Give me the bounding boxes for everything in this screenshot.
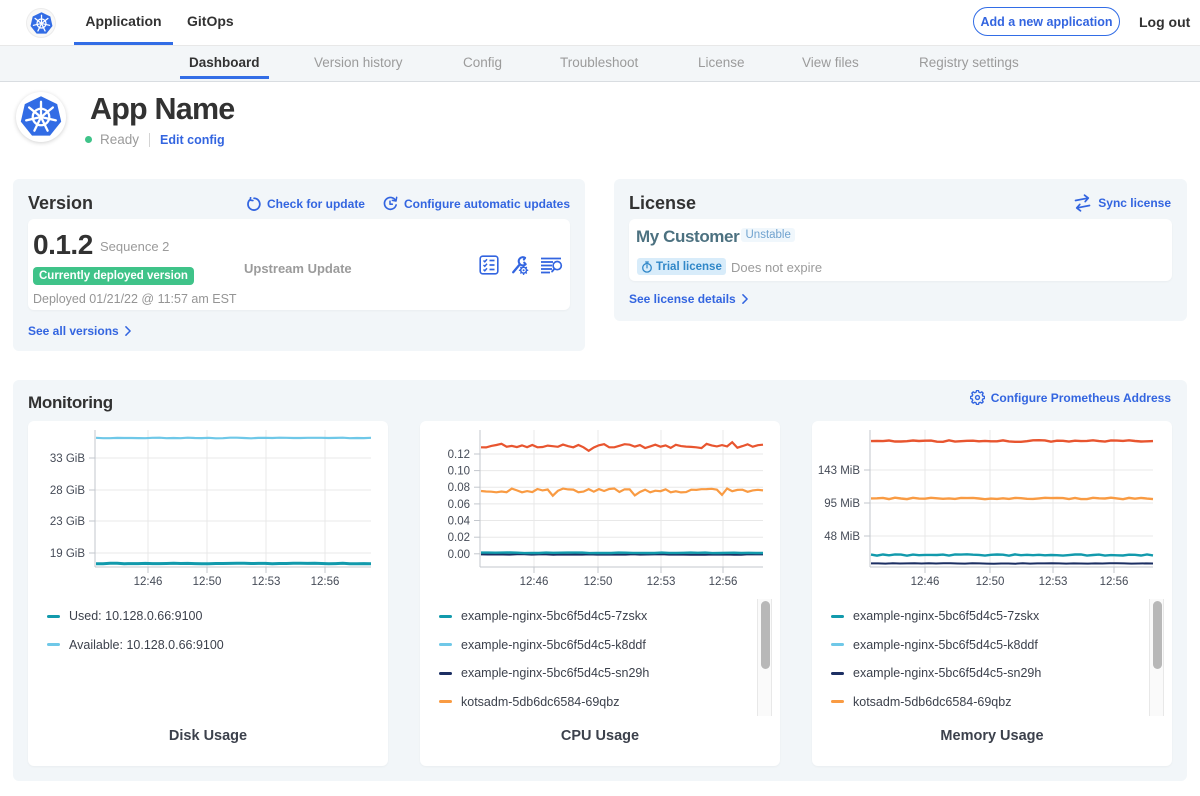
svg-text:12:53: 12:53: [252, 576, 281, 588]
svg-text:12:56: 12:56: [1100, 576, 1129, 588]
svg-text:48 MiB: 48 MiB: [824, 531, 860, 543]
svg-text:23 GiB: 23 GiB: [50, 516, 85, 528]
svg-text:0.12: 0.12: [448, 449, 470, 461]
svg-text:0.10: 0.10: [448, 466, 470, 478]
svg-text:12:46: 12:46: [911, 576, 940, 588]
svg-text:0.08: 0.08: [448, 482, 470, 494]
svg-text:143 MiB: 143 MiB: [818, 465, 861, 477]
svg-text:12:53: 12:53: [647, 576, 676, 588]
svg-text:19 GiB: 19 GiB: [50, 548, 85, 560]
svg-text:0.04: 0.04: [448, 516, 471, 528]
svg-text:12:46: 12:46: [520, 576, 549, 588]
svg-text:0.00: 0.00: [448, 549, 470, 561]
svg-text:12:53: 12:53: [1039, 576, 1068, 588]
svg-text:12:46: 12:46: [134, 576, 163, 588]
svg-text:12:56: 12:56: [709, 576, 738, 588]
svg-text:12:50: 12:50: [584, 576, 613, 588]
svg-text:12:56: 12:56: [311, 576, 340, 588]
svg-text:0.02: 0.02: [448, 532, 470, 544]
svg-text:95 MiB: 95 MiB: [824, 498, 860, 510]
svg-text:33 GiB: 33 GiB: [50, 453, 85, 465]
svg-text:12:50: 12:50: [976, 576, 1005, 588]
svg-text:12:50: 12:50: [193, 576, 222, 588]
svg-text:28 GiB: 28 GiB: [50, 485, 85, 497]
svg-text:0.06: 0.06: [448, 499, 470, 511]
